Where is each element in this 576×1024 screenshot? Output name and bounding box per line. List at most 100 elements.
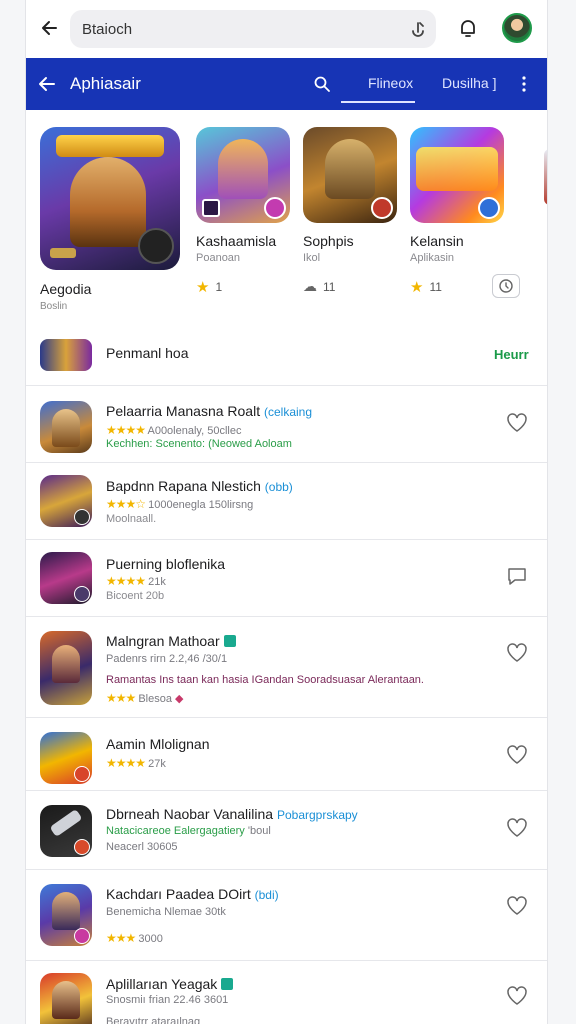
character-art [52,645,80,683]
app-thumbnail [40,973,92,1024]
more-options-icon[interactable] [516,74,532,94]
list-item[interactable]: Dbrneah Naobar Vanalilina Pobargprskapy … [26,791,547,870]
premium-row[interactable]: Penmanl hoa Heurr [26,330,547,386]
star-icon: ★ [196,279,210,296]
featured-rating: ★ 11 [410,278,442,296]
app-meta-text: A00olenaly, 50cllec [147,425,242,437]
badge-icon [371,197,393,219]
featured-game-art[interactable] [40,127,180,270]
list-item[interactable]: Bapdnn Rapana Nlestich (obb) ★★★☆ 1000en… [26,463,547,540]
app-meta: Benemicha Nlemae 30tk [106,906,226,918]
tab-flineox[interactable]: Flineox [368,75,413,91]
heart-icon[interactable] [505,984,529,1006]
app-description: Ramantas Ins taan kan hasia IGandan Soor… [106,674,424,686]
search-field[interactable] [70,10,436,48]
user-avatar[interactable] [502,13,532,43]
list-item[interactable]: Puerning bloflenika ★★★★ 21k Bicoent 20b [26,540,547,617]
app-meta-text: 1000enegla 150lirsng [148,499,254,511]
app-title: Kachdarı Paadea DOirt (bdi) [106,886,279,902]
app-title-text: Kachdarı Paadea DOirt [106,886,251,902]
list-item[interactable]: Malngran Mathoar Padenrs rirn 2.2,46 /30… [26,617,547,718]
featured-card-name[interactable]: Kelansin [410,233,464,249]
heart-icon[interactable] [505,411,529,433]
game-logo-art [416,147,498,191]
app-sub-text: Blesoa [138,693,172,705]
badge-icon [74,839,90,855]
app-title-text: Dbrneah Naobar Vanalilina [106,806,274,822]
premium-thumbnail [40,339,92,371]
featured-card-peek[interactable] [544,149,547,205]
app-title: Pelaarria Manasna Roalt (celkaing [106,403,312,419]
app-thumbnail [40,805,92,857]
app-title-text: Pelaarria Manasna Roalt [106,403,261,419]
rating-stars: ★★★★ [106,756,146,770]
list-item[interactable]: Pelaarria Manasna Roalt (celkaing ★★★★ A… [26,387,547,463]
featured-card-name[interactable]: Kashaamisla [196,233,276,249]
rating-value: 11 [323,279,336,294]
list-item[interactable]: Aamin Mlolignan ★★★★ 27k [26,718,547,791]
app-sub: Neacerl 30605 [106,841,178,853]
app-thumbnail [40,552,92,604]
featured-title[interactable]: Aegodia [40,281,91,297]
badge-icon [74,928,90,944]
app-title-text: Aamin Mlolignan [106,736,210,752]
heart-icon[interactable] [505,743,529,765]
game-logo-art [56,135,164,157]
notification-bell-icon[interactable] [456,16,480,40]
tab-dusilha[interactable]: Dusilha ] [442,75,496,91]
active-tab-indicator [341,101,415,103]
verified-icon [223,635,236,647]
app-meta: ★★★★ 27k [106,756,166,770]
star-icon: ★ [410,279,424,296]
featured-card-name[interactable]: Sophpis [303,233,354,249]
search-icon[interactable] [313,75,331,93]
rating-stars: ★★★ [106,691,136,705]
app-meta: Snosmiı frian 22.46 3601 [106,994,229,1006]
app-meta-text: Natacicareoe Ealergagatiery [106,825,245,837]
app-title: Aamin Mlolignan [106,736,210,752]
app-meta-tail: 'boul [247,825,271,837]
list-item[interactable]: Kachdarı Paadea DOirt (bdi) Benemicha Nl… [26,870,547,961]
badge-icon [74,586,90,602]
app-thumbnail [40,401,92,453]
app-thumbnail [40,732,92,784]
list-item[interactable]: Aplillarıan Yeagak Snosmiı frian 22.46 3… [26,961,547,1024]
voice-search-icon[interactable] [408,19,428,39]
app-meta: Padenrs rirn 2.2,46 /30/1 [106,653,228,665]
app-meta-text: 27k [148,758,166,770]
app-title-text: Puerning bloflenika [106,556,226,572]
app-frame: Aphiasair Flineox Dusilha ] Aegodia Bosl… [25,0,548,1024]
badge-icon [478,197,500,219]
back-arrow-icon[interactable] [36,14,64,42]
premium-action-link[interactable]: Heurr [494,347,529,362]
app-sub: ★★★ Blesoa ◆ [106,691,184,705]
top-bar [26,0,547,58]
app-sub: Bicoent 20b [106,590,165,602]
app-tag: Pobargprskapy [276,808,358,822]
app-thumbnail [40,884,92,946]
app-meta: ★★★★ A00olenaly, 50cllec [106,423,241,437]
app-tag: (obb) [264,480,293,494]
rating-stars: ★★★★ [106,423,146,437]
app-title: Puerning bloflenika [106,556,225,572]
heart-icon[interactable] [505,641,529,663]
featured-subtitle: Boslin [40,301,68,312]
featured-card-art[interactable] [410,127,504,223]
share-icon[interactable] [492,274,520,298]
heart-icon[interactable] [505,816,529,838]
search-input[interactable] [82,20,382,38]
comment-icon[interactable] [505,565,529,587]
rating-stars: ★★★ [106,931,136,945]
app-title: Bapdnn Rapana Nlestich (obb) [106,478,293,494]
app-tag: (celkaing [263,405,313,419]
app-sub: Beravıtrr ataraılnag [106,1016,201,1024]
rating-stars: ★★★☆ [106,497,146,511]
character-art [218,139,268,199]
featured-card-art[interactable] [303,127,397,223]
back-arrow-icon[interactable] [34,71,60,97]
heart-icon[interactable] [505,894,529,916]
featured-card-sub: Ikol [303,252,321,264]
badge-icon [138,228,174,264]
page-title: Aphiasair [70,74,141,93]
featured-card-art[interactable] [196,127,290,223]
